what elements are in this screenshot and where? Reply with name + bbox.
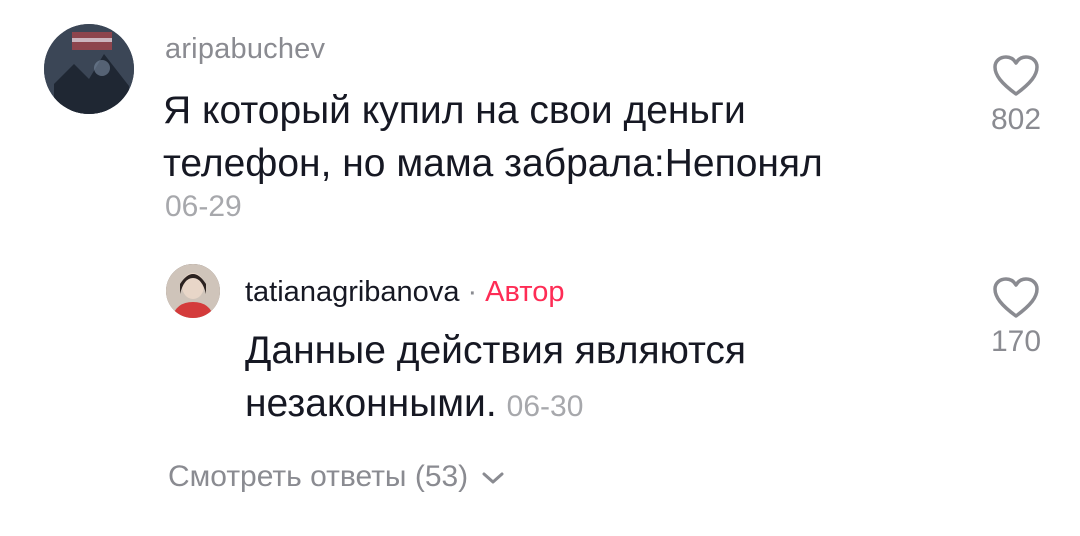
comment-username[interactable]: aripabuchev xyxy=(165,33,325,66)
reply-text-block: Данные действия являются незаконными. 06-… xyxy=(245,324,865,433)
like-count: 170 xyxy=(990,325,1042,358)
view-replies-label: Смотреть ответы (53) xyxy=(168,460,469,493)
comment-item: aripabuchev Я который купил на свои день… xyxy=(0,0,1080,240)
heart-outline-icon xyxy=(993,55,1039,96)
chevron-down-icon xyxy=(482,472,504,484)
like-count: 802 xyxy=(990,103,1042,136)
author-badge: Автор xyxy=(485,276,565,308)
reply-date: 06-30 xyxy=(506,390,584,423)
heart-outline-icon xyxy=(993,277,1039,318)
reply-avatar[interactable] xyxy=(166,264,220,318)
reply-item: tatianagribanova · Автор Данные действия я… xyxy=(0,240,1080,440)
view-replies-button[interactable]: Смотреть ответы (53) xyxy=(168,460,505,494)
reply-header: tatianagribanova · Автор xyxy=(245,276,564,309)
like-button[interactable]: 802 xyxy=(982,55,1050,137)
reply-username[interactable]: tatianagribanova xyxy=(245,276,459,308)
comment-text: Я который купил на свои деньги телефон, … xyxy=(163,89,823,185)
comment-date: 06-29 xyxy=(165,190,242,223)
commenter-avatar[interactable] xyxy=(44,24,134,114)
reply-text: Данные действия являются незаконными. xyxy=(245,329,747,425)
separator-dot: · xyxy=(467,276,478,308)
like-button[interactable]: 170 xyxy=(982,277,1050,359)
